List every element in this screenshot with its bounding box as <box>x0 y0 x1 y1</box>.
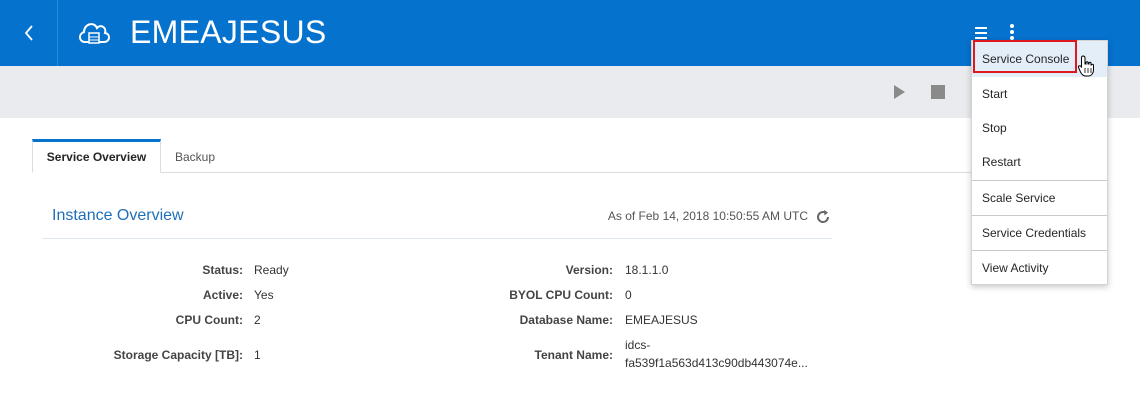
menu-item-scale-service[interactable]: Scale Service <box>972 188 1107 208</box>
back-button[interactable] <box>0 0 58 66</box>
menu-separator <box>972 250 1107 251</box>
byol-cpu-count-value: 0 <box>625 288 632 302</box>
database-name-label: Database Name: <box>519 313 613 327</box>
tenant-name-line-2: fa539f1a563d413c90db443074e... <box>625 356 808 370</box>
play-icon[interactable] <box>892 84 906 100</box>
section-divider <box>42 238 832 239</box>
menu-separator <box>972 180 1107 181</box>
menu-separator <box>972 215 1107 216</box>
tenant-name-line-1: idcs- <box>625 338 651 352</box>
status-label: Status: <box>202 263 243 277</box>
menu-item-view-activity[interactable]: View Activity <box>972 258 1107 278</box>
database-name-value: EMEAJESUS <box>625 313 698 327</box>
highlight-outline <box>973 40 1077 73</box>
active-label: Active: <box>202 288 243 302</box>
tab-bar: Service Overview Backup <box>32 139 1108 173</box>
cpu-count-label: CPU Count: <box>175 313 243 327</box>
storage-capacity-value: 1 <box>254 348 261 362</box>
menu-item-start[interactable]: Start <box>972 84 1107 104</box>
tab-backup[interactable]: Backup <box>161 139 229 173</box>
menu-item-stop[interactable]: Stop <box>972 118 1107 138</box>
byol-cpu-count-label: BYOL CPU Count: <box>509 288 613 302</box>
cloud-database-icon <box>79 23 110 44</box>
section-title: Instance Overview <box>52 207 184 224</box>
chevron-left-icon <box>24 25 33 41</box>
status-value: Ready <box>254 263 289 277</box>
page-title: EMEAJESUS <box>130 14 327 50</box>
storage-capacity-label: Storage Capacity [TB]: <box>113 348 243 362</box>
refresh-icon[interactable] <box>815 209 831 225</box>
version-label: Version: <box>565 263 613 277</box>
active-value: Yes <box>254 288 274 302</box>
cpu-count-value: 2 <box>254 313 261 327</box>
hand-cursor-icon <box>1077 55 1094 77</box>
tab-service-overview[interactable]: Service Overview <box>32 139 161 173</box>
stop-icon[interactable] <box>931 85 945 99</box>
version-value: 18.1.1.0 <box>625 263 669 277</box>
as-of-timestamp: As of Feb 14, 2018 10:50:55 AM UTC <box>607 209 808 223</box>
tenant-name-value: idcs- fa539f1a563d413c90db443074e... <box>625 336 808 372</box>
menu-item-service-credentials[interactable]: Service Credentials <box>972 223 1107 243</box>
tenant-name-label: Tenant Name: <box>534 348 613 362</box>
action-bar <box>0 66 1140 118</box>
menu-item-restart[interactable]: Restart <box>972 152 1107 172</box>
